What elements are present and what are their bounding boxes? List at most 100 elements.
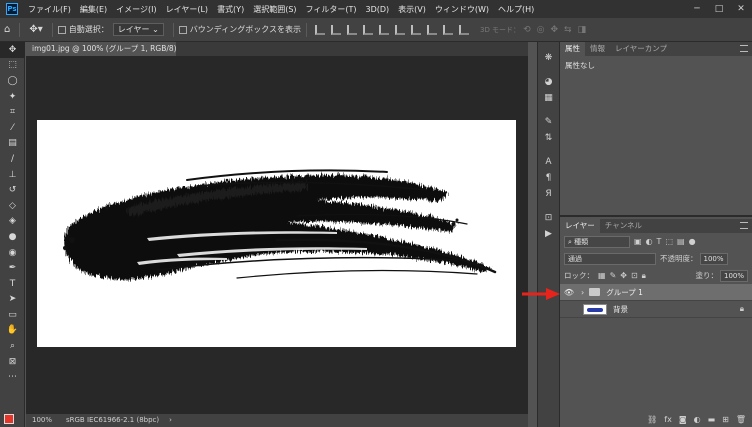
auto-select-dropdown[interactable]: レイヤー ⌄ [112,23,164,36]
path-selection-tool-icon[interactable]: ➤ [0,292,25,308]
lock-all-icon[interactable]: 🔒︎ [642,271,646,281]
close-window-button[interactable]: ✕ [730,0,752,18]
3d-scale-icon[interactable]: ◨ [578,25,587,35]
paragraph-panel-icon[interactable]: ¶ [538,170,559,186]
tab-info[interactable]: 情報 [585,42,610,56]
zoom-tool-icon[interactable]: ⌕ [0,338,25,354]
crop-tool-icon[interactable]: ⌗ [0,104,25,120]
healing-brush-tool-icon[interactable]: ▤ [0,136,25,152]
clone-stamp-tool-icon[interactable]: ⊥ [0,167,25,183]
menu-layer[interactable]: レイヤー(L) [166,4,208,15]
paint-bucket-tool-icon[interactable]: ◈ [0,214,25,230]
more-tools-icon[interactable]: ⋯ [0,369,25,385]
align-middle-icon[interactable] [378,24,389,35]
marquee-tool-icon[interactable]: ⬚ [0,58,25,74]
properties-panel-icon[interactable]: ❋ [538,50,559,66]
character-panel-icon[interactable]: A [538,154,559,170]
3d-pan-icon[interactable]: ✥ [550,25,558,35]
tab-channels[interactable]: チャンネル [600,219,647,233]
filter-kind-dropdown[interactable]: ⌕ 種類 [564,235,630,248]
filter-type-icon[interactable]: T [657,237,662,246]
history-panel-icon[interactable]: ⊡ [538,210,559,226]
lasso-tool-icon[interactable]: ◯ [0,73,25,89]
visibility-eye-icon[interactable]: 👁︎ [563,288,575,297]
adjustment-icon[interactable]: ◐ [694,415,701,424]
lock-image-icon[interactable]: ✎ [610,271,617,280]
color-panel-icon[interactable]: ◕ [538,74,559,90]
distribute-icon[interactable] [410,24,421,35]
menu-type[interactable]: 書式(Y) [217,4,244,15]
menu-filter[interactable]: フィルター(T) [306,4,357,15]
status-menu-arrow[interactable]: › [159,414,172,427]
mask-icon[interactable]: ◙ [679,415,687,424]
move-tool-icon[interactable]: ✥ [0,42,25,58]
magic-wand-tool-icon[interactable]: ✦ [0,89,25,105]
expand-chevron-icon[interactable]: › [581,288,584,297]
bounding-box-checkbox[interactable] [178,25,187,34]
fill-input[interactable]: 100% [719,269,748,282]
history-brush-tool-icon[interactable]: ↺ [0,182,25,198]
menu-file[interactable]: ファイル(F) [28,4,71,15]
frame-tool-icon[interactable]: ⊠ [0,354,25,370]
layer-row-group[interactable]: 👁︎ › グループ 1 [560,284,752,301]
align-top-icon[interactable] [362,24,373,35]
shape-tool-icon[interactable]: ▭ [0,307,25,323]
glyphs-panel-icon[interactable]: Я [538,186,559,202]
filter-smart-object-icon[interactable]: ▤ [677,237,685,246]
move-tool-preset-icon[interactable]: ✥▾ [29,24,42,35]
brush-tool-icon[interactable]: ∕ [0,151,25,167]
menu-help[interactable]: ヘルプ(H) [498,4,534,15]
lock-position-icon[interactable]: ✥ [620,271,627,280]
tab-layer-comps[interactable]: レイヤーカンプ [610,42,672,56]
menu-3d[interactable]: 3D(D) [366,5,390,14]
blur-tool-icon[interactable]: ● [0,229,25,245]
align-center-icon[interactable] [330,24,341,35]
more-options-icon[interactable] [458,24,469,35]
align-left-icon[interactable] [314,24,325,35]
filter-adjustment-icon[interactable]: ◐ [646,237,653,246]
align-bottom-icon[interactable] [394,24,405,35]
canvas[interactable] [37,120,516,347]
filter-pixel-icon[interactable]: ▣ [634,237,642,246]
distribute-vertical-icon[interactable] [442,24,453,35]
distribute-horizontal-icon[interactable] [426,24,437,35]
eraser-tool-icon[interactable]: ◇ [0,198,25,214]
layer-row-background[interactable]: 背景 🔒︎ [560,301,752,318]
opacity-input[interactable]: 100% [699,252,728,265]
filter-shape-icon[interactable]: ⬚ [665,237,673,246]
fx-icon[interactable]: fx [664,415,672,424]
panel-menu-icon[interactable] [740,45,748,52]
3d-roll-icon[interactable]: ◎ [537,25,545,35]
hand-tool-icon[interactable]: ✋ [0,323,25,339]
3d-slide-icon[interactable]: ⇆ [564,25,572,35]
eyedropper-tool-icon[interactable]: ⁄ [0,120,25,136]
adjustments-panel-icon[interactable]: ⇅ [538,130,559,146]
document-tab[interactable]: img01.jpg @ 100% (グループ 1, RGB/8) *× [26,42,193,56]
3d-orbit-icon[interactable]: ⟲ [523,25,531,35]
maximize-button[interactable]: □ [708,0,730,18]
link-icon[interactable]: ⛓ [647,415,657,424]
zoom-level[interactable]: 100% [26,414,56,427]
dodge-tool-icon[interactable]: ◉ [0,245,25,261]
auto-select-checkbox[interactable] [57,25,66,34]
lock-artboard-icon[interactable]: ⊡ [631,271,638,280]
swatches-panel-icon[interactable]: ▦ [538,90,559,106]
new-layer-icon[interactable]: ⊞ [722,415,729,424]
blend-mode-dropdown[interactable]: 通過 [564,252,656,265]
color-swatches[interactable] [4,412,24,427]
foreground-color-swatch[interactable] [4,414,14,424]
menu-window[interactable]: ウィンドウ(W) [435,4,489,15]
actions-panel-icon[interactable]: ▶ [538,226,559,242]
tab-layers[interactable]: レイヤー [560,219,600,233]
visibility-toggle[interactable] [563,304,575,314]
filter-toggle-icon[interactable]: ● [689,237,696,246]
type-tool-icon[interactable]: T [0,276,25,292]
trash-icon[interactable]: 🗑︎ [736,415,746,424]
menu-image[interactable]: イメージ(I) [116,4,156,15]
pen-tool-icon[interactable]: ✒ [0,260,25,276]
align-right-icon[interactable] [346,24,357,35]
folder-icon[interactable]: ▬ [708,415,716,424]
menu-select[interactable]: 選択範囲(S) [253,4,296,15]
brushes-panel-icon[interactable]: ✎ [538,114,559,130]
lock-transparent-icon[interactable]: ▦ [598,271,606,280]
